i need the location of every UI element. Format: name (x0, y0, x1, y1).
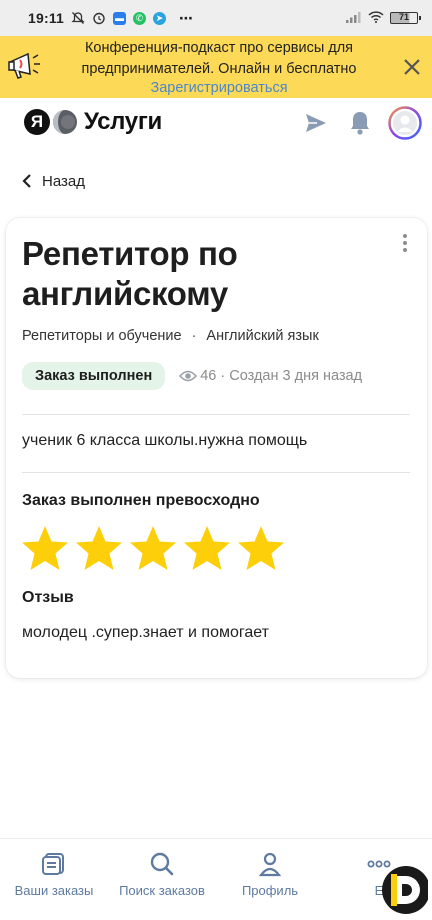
promo-banner[interactable]: Конференция-подкаст про сервисы для пред… (0, 36, 432, 98)
whatsapp-icon: ✆ (133, 11, 147, 25)
more-notifications-icon: ⋯ (179, 9, 195, 26)
back-button[interactable]: Назад (0, 150, 432, 212)
bottom-navigation: Ваши заказы Поиск заказов Профиль Е (0, 838, 432, 920)
assistant-logo-icon[interactable] (380, 864, 428, 916)
review-text: молодец .супер.знает и помогает (22, 624, 269, 641)
nav-search-orders[interactable]: Поиск заказов (116, 851, 208, 898)
star-icon (76, 526, 122, 570)
category-label: Репетиторы и обучение (22, 328, 182, 344)
star-icon (22, 526, 68, 570)
status-time: 19:11 (28, 10, 65, 26)
app-header: Я Услуги (0, 98, 432, 150)
subcategory-label: Английский язык (206, 328, 319, 344)
back-label: Назад (42, 172, 85, 190)
telegram-icon: ➤ (153, 11, 167, 25)
orders-icon (42, 853, 64, 875)
messenger-app-icon: ▬ (113, 11, 127, 25)
rating-title: Заказ выполнен превосходно (22, 492, 260, 509)
yandex-logo-letter: Я (24, 109, 50, 135)
divider (22, 414, 410, 415)
logo-text: Услуги (84, 108, 162, 135)
alarm-icon (92, 11, 106, 25)
status-badge: Заказ выполнен (22, 362, 166, 390)
status-bar: 19:11 ▬ ✆ ➤ ⋯ 71 (0, 0, 432, 36)
order-meta: 46 · Создан 3 дня назад (200, 368, 363, 384)
star-icon (130, 526, 176, 570)
megaphone-icon (8, 52, 40, 79)
more-options-icon[interactable] (401, 234, 409, 254)
nav-orders-label: Ваши заказы (14, 883, 94, 898)
divider (22, 472, 410, 473)
nav-orders[interactable]: Ваши заказы (14, 851, 94, 898)
mute-icon (71, 11, 85, 25)
nav-search-label: Поиск заказов (119, 883, 205, 898)
order-categories: Репетиторы и обучение · Английский язык (22, 328, 319, 344)
eye-icon (179, 370, 198, 382)
status-row: Заказ выполнен 46 · Создан 3 дня назад (22, 362, 362, 390)
send-icon[interactable] (304, 111, 328, 135)
services-logo-icon (53, 110, 77, 134)
category-separator: · (191, 328, 197, 344)
avatar[interactable] (388, 106, 422, 140)
register-link[interactable]: Зарегистрироваться (60, 79, 378, 97)
star-icon (184, 526, 230, 570)
review-title: Отзыв (22, 589, 74, 606)
bell-icon[interactable] (348, 110, 372, 136)
nav-profile-label: Профиль (241, 883, 299, 898)
wifi-icon (368, 10, 384, 26)
profile-icon (258, 852, 282, 877)
promo-text: Конференция-подкаст про сервисы для пред… (81, 40, 357, 77)
rating-stars (20, 524, 286, 574)
order-card: Репетитор по английскому Репетиторы и об… (6, 218, 427, 678)
order-title: Репетитор по английскому (22, 235, 238, 312)
nav-profile[interactable]: Профиль (236, 851, 304, 898)
close-icon[interactable] (402, 57, 422, 77)
signal-icon (346, 10, 362, 26)
star-icon (238, 526, 284, 570)
order-description: ученик 6 класса школы.нужна помощь (22, 432, 308, 449)
logo[interactable]: Я Услуги (24, 108, 162, 136)
chevron-left-icon (22, 174, 31, 188)
battery-indicator: 71 (390, 12, 421, 24)
search-icon (150, 852, 174, 876)
